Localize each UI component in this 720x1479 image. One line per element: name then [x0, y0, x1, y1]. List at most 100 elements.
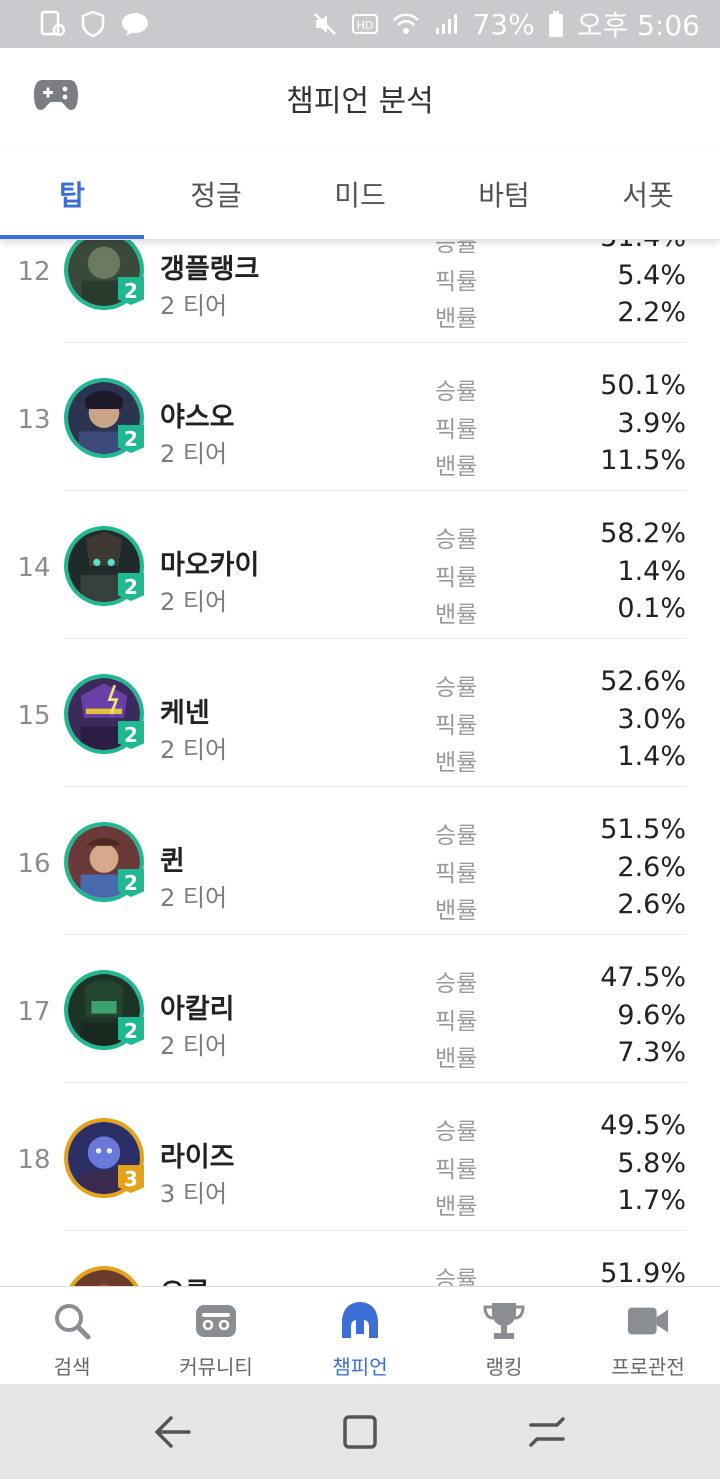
app-header: 챔피언 분석	[0, 48, 720, 148]
hd-icon: HD	[352, 14, 379, 34]
win-rate-label: 승률	[435, 379, 478, 405]
rank-number: 12	[17, 257, 51, 287]
pick-rate-label: 픽률	[435, 417, 478, 443]
tab-support[interactable]: 서폿	[576, 148, 720, 239]
win-rate-value: 51.4%	[600, 240, 686, 253]
tab-mid[interactable]: 미드	[288, 148, 432, 239]
pick-rate-value: 9.6%	[617, 1000, 686, 1031]
tier-label: 2 티어	[160, 292, 228, 320]
nav-label: 커뮤니티	[179, 1355, 253, 1379]
ban-rate-value: 1.4%	[617, 741, 686, 772]
ban-rate-label: 밴률	[435, 750, 478, 776]
champion-name: 오른	[160, 1271, 210, 1286]
ban-rate-label: 밴률	[435, 1194, 478, 1220]
champion-row[interactable]: 12 2 갱플랭크 2 티어 승률 51.4% 픽률 5.4% 밴률 2.2%	[0, 240, 720, 343]
win-rate-value: 47.5%	[600, 962, 686, 993]
champion-row[interactable]: 16 2 퀸 2 티어 승률 51.5% 픽률 2.6% 밴률 2.6%	[0, 787, 720, 935]
champion-row[interactable]: 오른 승률 51.9%	[0, 1231, 720, 1286]
nav-community[interactable]: 커뮤니티	[144, 1287, 288, 1384]
tab-top[interactable]: 탑	[0, 148, 144, 239]
win-rate-value: 52.6%	[600, 666, 686, 697]
win-rate-label: 승률	[435, 1267, 478, 1286]
tier-label: 2 티어	[160, 736, 228, 764]
tab-bottom[interactable]: 바텀	[432, 148, 576, 239]
ban-rate-value: 7.3%	[617, 1037, 686, 1068]
recents-icon[interactable]	[330, 1402, 390, 1462]
status-right: HD 73% 오후 5:06	[312, 4, 700, 44]
system-navigation-bar	[0, 1384, 720, 1479]
tab-label: 바텀	[478, 178, 530, 212]
pick-rate-value: 5.8%	[617, 1148, 686, 1179]
video-camera-icon	[626, 1301, 670, 1341]
tier-badge: 2	[118, 1017, 144, 1045]
trophy-icon	[482, 1301, 526, 1341]
tier-badge: 2	[118, 425, 144, 453]
rank-number: 16	[17, 849, 51, 879]
page-title: 챔피언 분석	[286, 84, 434, 119]
tier-label: 2 티어	[160, 588, 228, 616]
champion-portrait	[64, 1266, 144, 1286]
ban-rate-value: 2.6%	[617, 889, 686, 920]
nav-label: 프로관전	[611, 1355, 685, 1379]
tier-label: 2 티어	[160, 884, 228, 912]
champion-row[interactable]: 17 2 아칼리 2 티어 승률 47.5% 픽률 9.6% 밴률 7.3%	[0, 935, 720, 1083]
champion-name: 케넨	[160, 698, 210, 729]
position-tabs: 탑 정글 미드 바텀 서폿	[0, 148, 720, 240]
wifi-icon	[392, 12, 420, 36]
champion-row[interactable]: 13 2 야스오 2 티어 승률 50.1% 픽률 3.9% 밴률 11.5%	[0, 343, 720, 491]
nav-search[interactable]: 검색	[0, 1287, 144, 1384]
tab-jungle[interactable]: 정글	[144, 148, 288, 239]
community-icon	[194, 1301, 238, 1341]
champion-name: 라이즈	[160, 1142, 235, 1173]
tier-badge: 3	[118, 1165, 144, 1193]
shield-hand-icon	[80, 10, 106, 38]
talk-icon	[120, 11, 150, 37]
win-rate-label: 승률	[435, 971, 478, 997]
champion-row[interactable]: 18 3 라이즈 3 티어 승률 49.5% 픽률 5.8% 밴률 1.7%	[0, 1083, 720, 1231]
pick-rate-value: 3.9%	[617, 408, 686, 439]
battery-percent: 73%	[472, 7, 535, 41]
pick-rate-label: 픽률	[435, 1157, 478, 1183]
win-rate-label: 승률	[435, 823, 478, 849]
tab-label: 탑	[59, 178, 85, 212]
pick-rate-label: 픽률	[435, 269, 478, 295]
champion-name: 퀸	[160, 846, 185, 877]
win-rate-label: 승률	[435, 675, 478, 701]
win-rate-label: 승률	[435, 527, 478, 553]
tier-badge: 2	[118, 573, 144, 601]
pick-rate-label: 픽률	[435, 713, 478, 739]
pick-rate-label: 픽률	[435, 1009, 478, 1035]
win-rate-value: 49.5%	[600, 1110, 686, 1141]
champion-helmet-icon	[338, 1301, 382, 1341]
tier-badge: 2	[118, 721, 144, 749]
tab-label: 정글	[190, 178, 242, 212]
back-icon[interactable]	[143, 1402, 203, 1462]
tier-badge: 2	[118, 277, 144, 305]
nav-pro-watch[interactable]: 프로관전	[576, 1287, 720, 1384]
win-rate-value: 58.2%	[600, 518, 686, 549]
pick-rate-label: 픽률	[435, 861, 478, 887]
pick-rate-value: 2.6%	[617, 852, 686, 883]
tier-label: 2 티어	[160, 440, 228, 468]
ban-rate-label: 밴률	[435, 454, 478, 480]
tier-badge: 2	[118, 869, 144, 897]
search-icon	[50, 1301, 94, 1341]
rank-number: 15	[17, 701, 51, 731]
champion-row[interactable]: 15 2 케넨 2 티어 승률 52.6% 픽률 3.0% 밴률 1.4%	[0, 639, 720, 787]
status-left	[40, 10, 150, 38]
app-screen: HD 73% 오후 5:06 챔피언 분석 탑 정글 미드 바텀 서폿 12 2…	[0, 0, 720, 1479]
nav-champion[interactable]: 챔피언	[288, 1287, 432, 1384]
ban-rate-label: 밴률	[435, 306, 478, 332]
tab-label: 미드	[334, 178, 386, 212]
rank-number: 18	[17, 1145, 51, 1175]
pick-rate-label: 픽률	[435, 565, 478, 591]
pick-rate-value: 5.4%	[617, 260, 686, 291]
champion-row[interactable]: 14 2 마오카이 2 티어 승률 58.2% 픽률 1.4% 밴률 0.1%	[0, 491, 720, 639]
pick-rate-value: 3.0%	[617, 704, 686, 735]
bottom-navigation: 검색 커뮤니티 챔피언 랭킹 프로관전	[0, 1286, 720, 1384]
ban-rate-value: 2.2%	[617, 297, 686, 328]
tier-label: 3 티어	[160, 1180, 228, 1208]
ban-rate-value: 0.1%	[617, 593, 686, 624]
home-swap-icon[interactable]	[517, 1402, 577, 1462]
nav-ranking[interactable]: 랭킹	[432, 1287, 576, 1384]
